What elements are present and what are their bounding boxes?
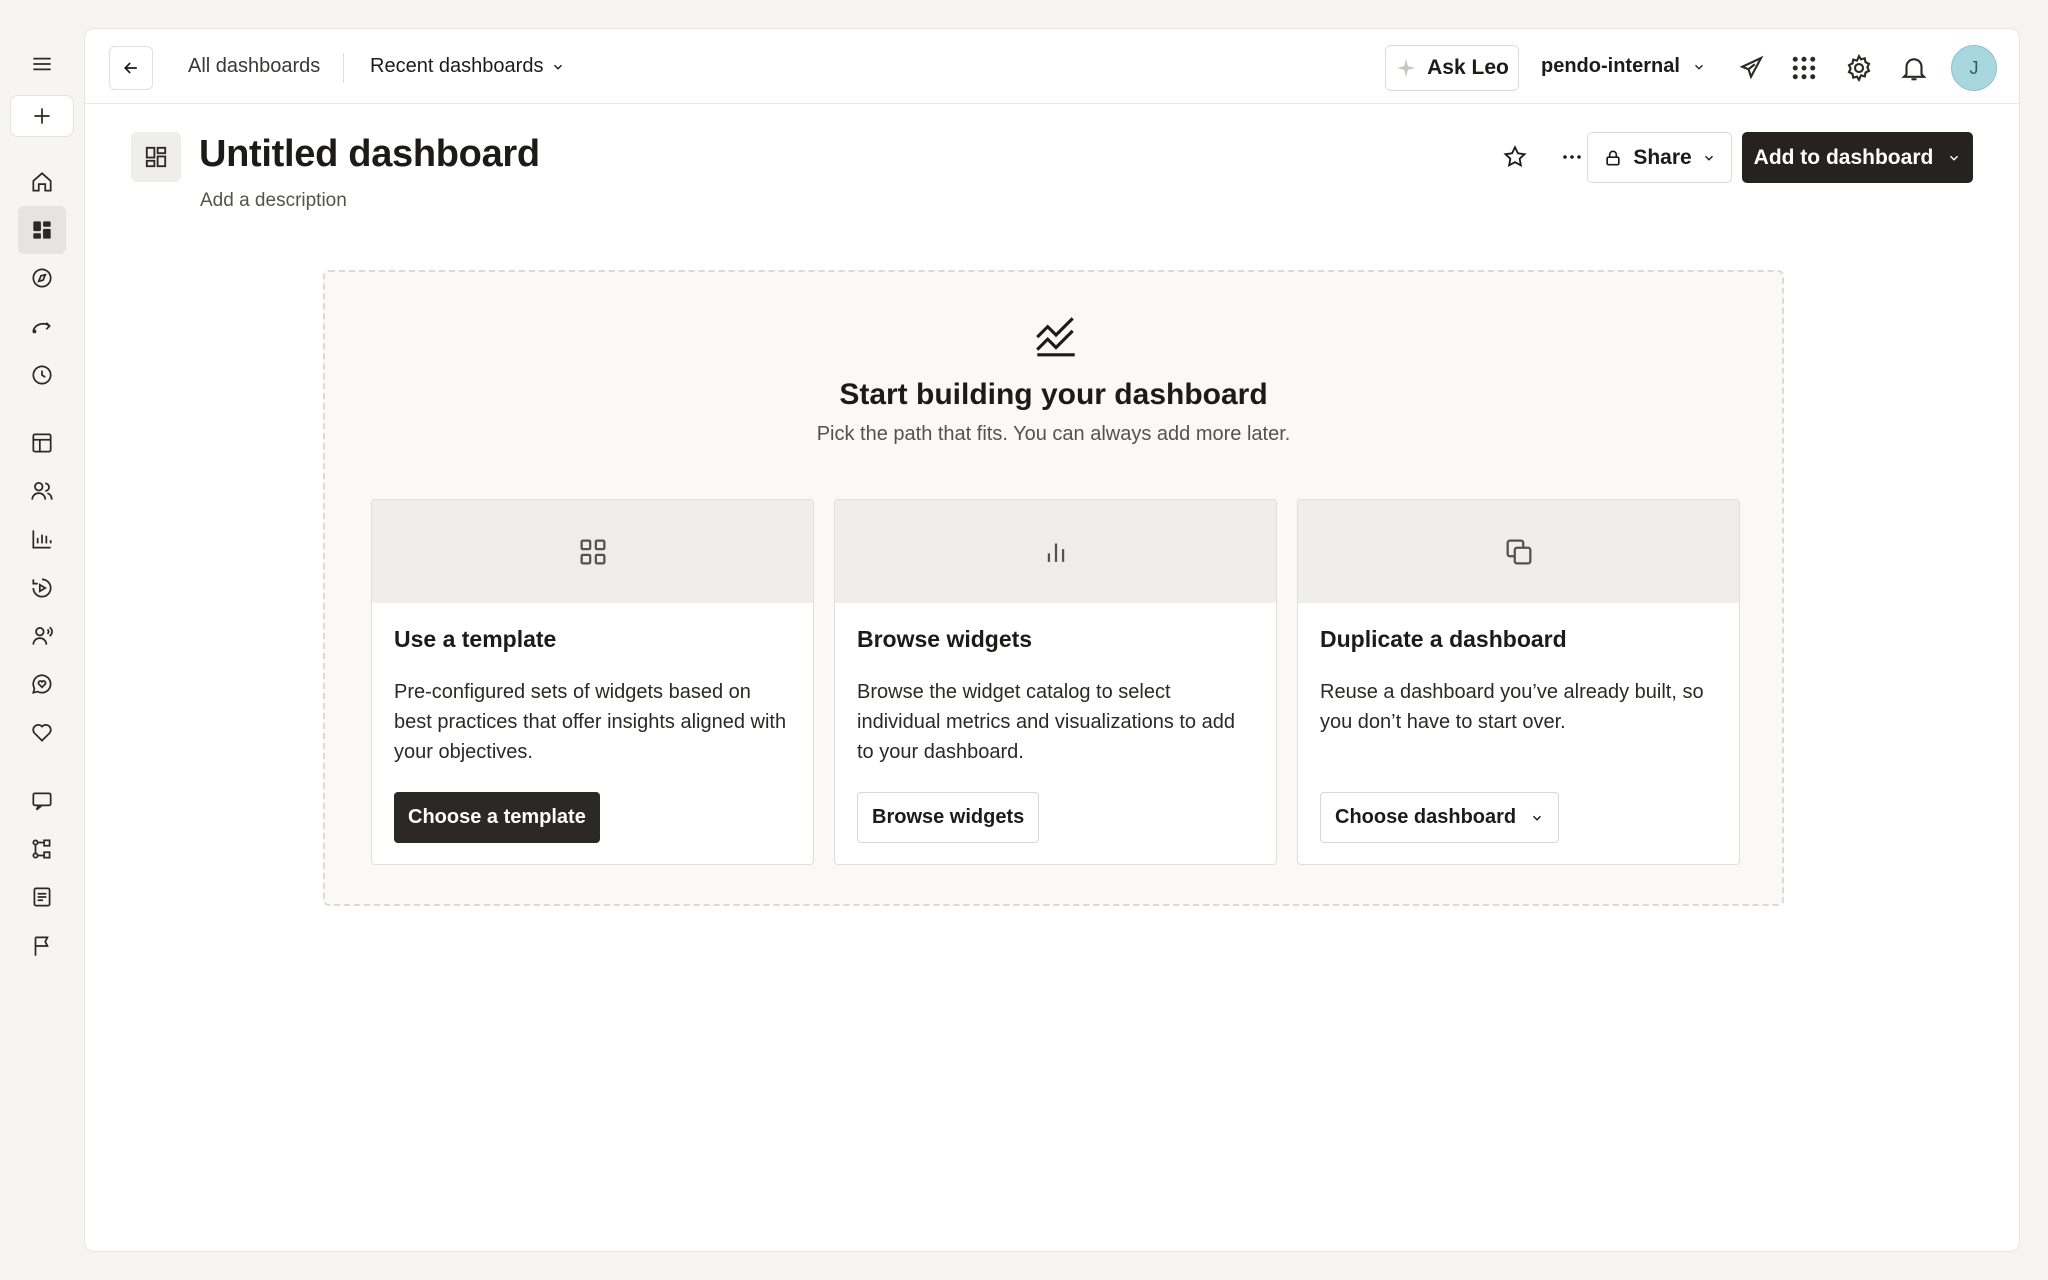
org-switcher[interactable]: pendo-internal <box>1541 55 1706 78</box>
back-button[interactable] <box>109 46 153 90</box>
card-title: Duplicate a dashboard <box>1320 626 1567 652</box>
card-title: Use a template <box>394 626 557 652</box>
bell-icon[interactable] <box>1893 47 1935 89</box>
all-dashboards-link[interactable]: All dashboards <box>188 55 320 78</box>
main-panel: All dashboards Recent dashboards Ask Leo… <box>84 28 2020 1252</box>
app-grid-icon[interactable] <box>1783 47 1825 89</box>
empty-state-title: Start building your dashboard <box>839 378 1268 411</box>
description-field[interactable]: Add a description <box>200 190 347 212</box>
path-icon[interactable] <box>18 302 66 350</box>
ask-leo-label: Ask Leo <box>1427 56 1509 79</box>
chevron-down-icon <box>1704 155 1713 161</box>
page-title[interactable]: Untitled dashboard <box>199 133 540 176</box>
more-options-icon[interactable] <box>1552 137 1592 177</box>
card-description: Pre-configured sets of widgets based on … <box>394 681 787 763</box>
users-icon[interactable] <box>18 467 66 515</box>
chevron-down-icon <box>554 64 563 70</box>
duplicate-dashboard-card: Duplicate a dashboard Reuse a dashboard … <box>1297 499 1740 865</box>
bar-chart-icon <box>1047 543 1064 562</box>
sparkle-icon <box>1396 58 1416 78</box>
menu-icon[interactable] <box>18 40 66 88</box>
account-icon[interactable] <box>18 612 66 660</box>
home-icon[interactable] <box>18 158 66 206</box>
template-card: Use a template Pre-configured sets of wi… <box>371 499 814 865</box>
layout-icon[interactable] <box>18 419 66 467</box>
clock-icon[interactable] <box>18 351 66 399</box>
recent-dashboards-label: Recent dashboards <box>370 55 544 77</box>
card-description: Reuse a dashboard you’ve already built, … <box>1320 681 1704 733</box>
add-to-dashboard-button[interactable]: Add to dashboard <box>1742 132 1973 183</box>
chevron-down-icon <box>1533 815 1542 821</box>
compass-icon[interactable] <box>18 254 66 302</box>
copy-icon <box>1506 539 1531 564</box>
empty-state-dropzone: Start building your dashboard Pick the p… <box>323 270 1784 906</box>
org-name: pendo-internal <box>1541 55 1680 77</box>
workflow-icon[interactable] <box>18 825 66 873</box>
gear-icon[interactable] <box>1838 47 1880 89</box>
empty-state-subtitle: Pick the path that fits. You can always … <box>816 423 1291 445</box>
breadcrumb-divider <box>343 53 344 83</box>
browse-widgets-button[interactable]: Browse widgets <box>857 792 1040 843</box>
dashboard-type-icon <box>131 132 181 182</box>
line-chart-icon <box>1036 317 1075 357</box>
ask-leo-button[interactable]: Ask Leo <box>1385 45 1519 91</box>
choose-template-button[interactable]: Choose a template <box>394 792 600 843</box>
notes-icon[interactable] <box>18 873 66 921</box>
recent-dashboards-dropdown[interactable]: Recent dashboards <box>370 55 565 78</box>
grid-icon <box>580 539 605 564</box>
heart-icon[interactable] <box>18 708 66 756</box>
replay-icon[interactable] <box>18 564 66 612</box>
chat-heart-icon[interactable] <box>18 660 66 708</box>
arrow-left-icon <box>123 62 137 74</box>
browse-widgets-label: Browse widgets <box>872 806 1025 828</box>
card-title: Browse widgets <box>857 626 1033 652</box>
choose-dashboard-label: Choose dashboard <box>1335 806 1517 828</box>
plus-icon <box>34 108 50 124</box>
add-to-dashboard-label: Add to dashboard <box>1753 145 1934 169</box>
card-header <box>372 500 813 603</box>
user-avatar[interactable]: J <box>1951 45 1997 91</box>
chevron-down-icon <box>1950 155 1959 161</box>
bar-chart-icon[interactable] <box>18 515 66 563</box>
megaphone-icon[interactable] <box>1730 47 1772 89</box>
choose-template-label: Choose a template <box>408 806 586 828</box>
card-header <box>1298 500 1739 603</box>
browse-widgets-card: Browse widgets Browse the widget catalog… <box>834 499 1277 865</box>
flag-icon[interactable] <box>18 922 66 970</box>
create-new-button[interactable] <box>10 95 74 137</box>
chevron-down-icon <box>1694 64 1703 70</box>
left-nav-rail <box>0 0 84 1280</box>
share-button[interactable]: Share <box>1587 132 1732 183</box>
star-icon[interactable] <box>1495 137 1535 177</box>
card-description: Browse the widget catalog to select indi… <box>857 681 1235 763</box>
top-bar: All dashboards Recent dashboards Ask Leo… <box>85 29 2019 104</box>
share-label: Share <box>1633 145 1692 169</box>
lock-icon <box>1606 150 1620 165</box>
card-header <box>835 500 1276 603</box>
choose-dashboard-dropdown[interactable]: Choose dashboard <box>1320 792 1560 843</box>
dashboards-icon[interactable] <box>18 206 66 254</box>
comment-icon[interactable] <box>18 777 66 825</box>
